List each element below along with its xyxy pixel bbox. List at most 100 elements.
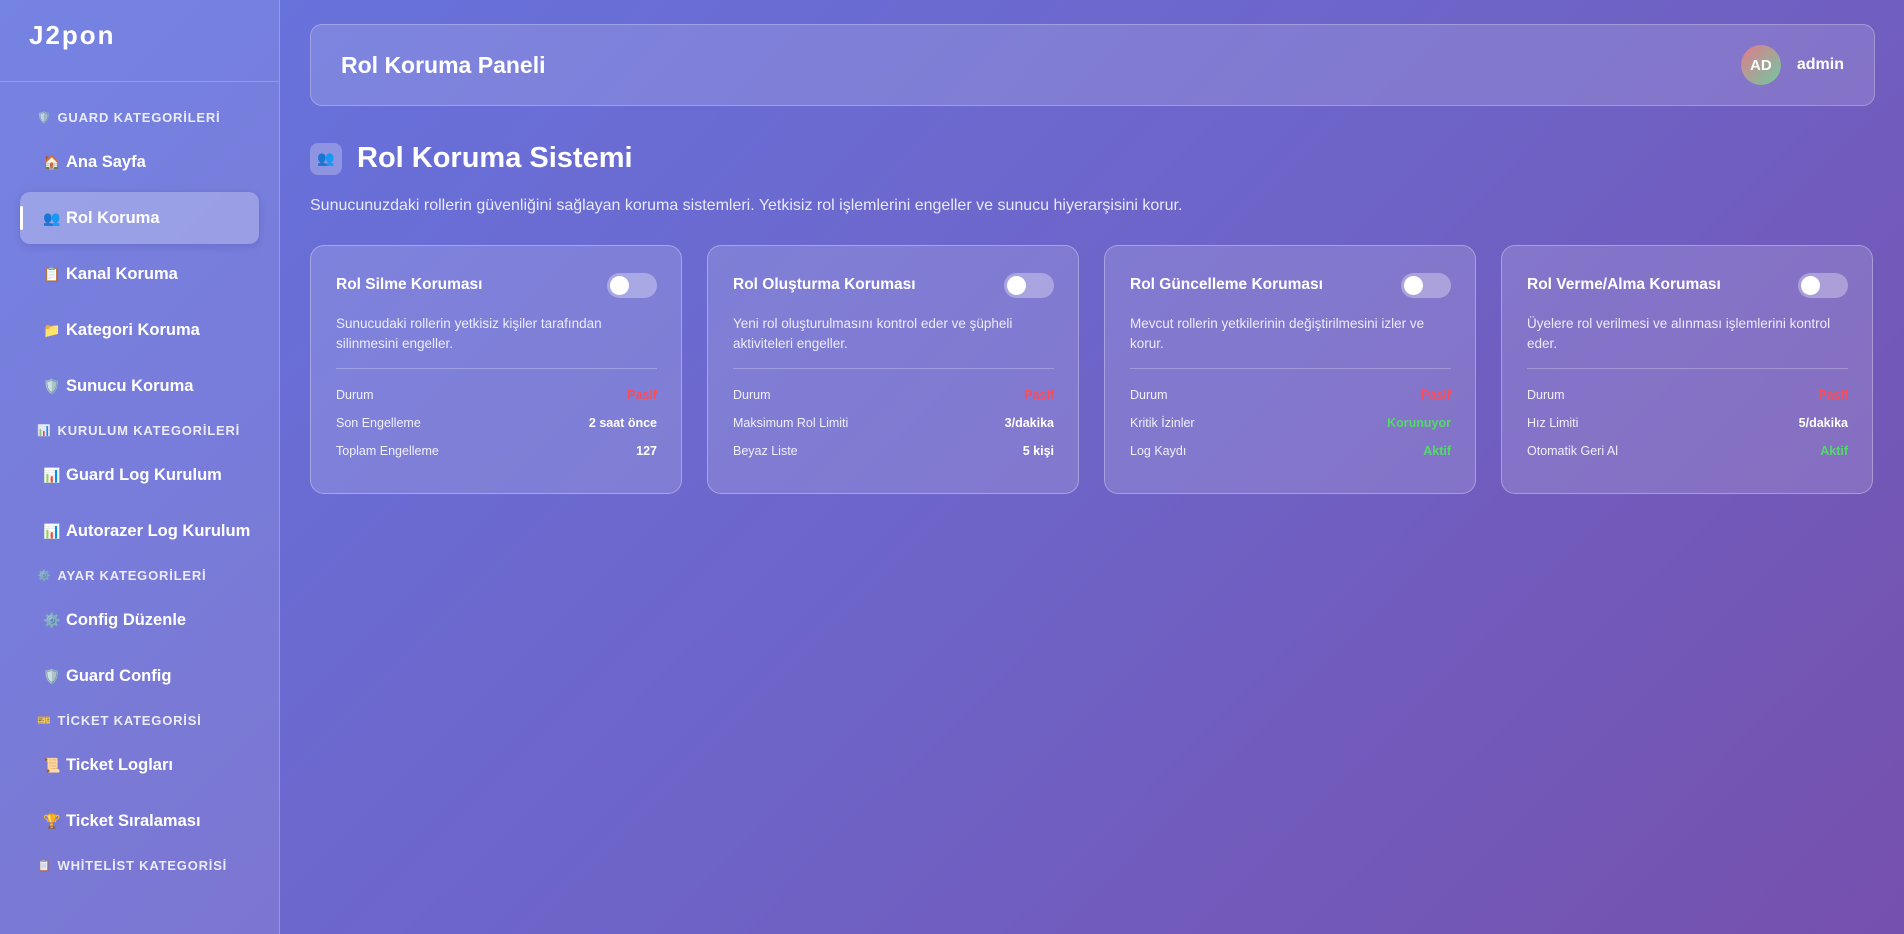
stat-row: Durum Pasif <box>336 381 657 409</box>
stat-label: Kritik İzinler <box>1130 416 1195 430</box>
sidebar-item-icon: 🏠 <box>43 153 61 170</box>
stat-label: Durum <box>733 388 771 402</box>
sidebar: J2pon 🛡️ GUARD KATEGORİLERİ 🏠 Ana Sayfa 👥 Rol… <box>0 0 280 934</box>
stat-row: Durum Pasif <box>1130 381 1451 409</box>
sidebar-item-icon: 👥 <box>43 209 61 226</box>
stat-row: Kritik İzinler Korunuyor <box>1130 409 1451 437</box>
sidebar-category: 🛡️ GUARD KATEGORİLERİ <box>0 102 279 132</box>
stat-value: 5 kişi <box>1022 444 1054 458</box>
sidebar-item-guard-config[interactable]: 🛡️ Guard Config <box>20 650 259 702</box>
card-title: Rol Oluşturma Koruması <box>733 276 916 293</box>
sidebar-item-icon: 📁 <box>43 321 61 338</box>
card-description: Sunucudaki rollerin yetkisiz kişiler tar… <box>336 316 602 351</box>
sidebar-nav: 🛡️ GUARD KATEGORİLERİ 🏠 Ana Sayfa 👥 Rol Korum… <box>0 82 279 880</box>
sidebar-item-ticket-loglar-[interactable]: 📜 Ticket Logları <box>20 739 259 791</box>
card-header: Rol Silme Koruması <box>336 272 657 298</box>
sidebar-item-label: Guard Log Kurulum <box>66 465 222 484</box>
user-menu[interactable]: AD admin <box>1740 45 1844 85</box>
stat-label: Durum <box>336 388 374 402</box>
avatar[interactable]: AD <box>1740 45 1781 85</box>
card-description: Üyelere rol verilmesi ve alınması işleml… <box>1527 316 1831 351</box>
stat-row: Son Engelleme 2 saat önce <box>336 409 657 437</box>
card-header: Rol Güncelleme Koruması <box>1130 272 1451 298</box>
stat-label: Son Engelleme <box>336 416 421 430</box>
stat-row: Hız Limiti 5/dakika <box>1527 409 1848 437</box>
protection-cards: Rol Silme Koruması Sunucudaki rollerin ye… <box>310 245 1875 494</box>
sidebar-item-label: Guard Config <box>66 666 172 685</box>
stat-value: 127 <box>636 444 657 458</box>
sidebar-item-label: Rol Koruma <box>66 208 160 227</box>
toggle-knob <box>1801 275 1820 295</box>
sidebar-category: 🎫 TİCKET KATEGORİSİ <box>0 705 279 735</box>
sidebar-item-sunucu-koruma[interactable]: 🛡️ Sunucu Koruma <box>20 360 259 412</box>
card-header: Rol Verme/Alma Koruması <box>1527 272 1848 298</box>
sidebar-item-ana-sayfa[interactable]: 🏠 Ana Sayfa <box>20 136 259 188</box>
sidebar-item-config-d-zenle[interactable]: ⚙️ Config Düzenle <box>20 594 259 646</box>
sidebar-category: 📊 KURULUM KATEGORİLERİ <box>0 415 279 445</box>
stat-label: Toplam Engelleme <box>336 444 439 458</box>
category-icon: 🛡️ <box>37 111 52 124</box>
stat-value: 5/dakika <box>1798 416 1848 430</box>
stat-value: Pasif <box>627 388 657 402</box>
stat-row: Otomatik Geri Al Aktif <box>1527 437 1848 465</box>
stat-value: 2 saat önce <box>588 416 657 430</box>
stat-label: Otomatik Geri Al <box>1527 444 1618 458</box>
username[interactable]: admin <box>1797 56 1844 74</box>
category-title: AYAR KATEGORİLERİ <box>57 567 207 583</box>
stat-label: Hız Limiti <box>1527 416 1579 430</box>
sidebar-item-ticket-s-ralamas-[interactable]: 🏆 Ticket Sıralaması <box>20 795 259 847</box>
users-icon: 👥 <box>310 142 342 175</box>
stat-value: Korunuyor <box>1387 416 1451 430</box>
card-title: Rol Güncelleme Koruması <box>1130 276 1323 293</box>
sidebar-category: ⚙️ AYAR KATEGORİLERİ <box>0 560 279 590</box>
sidebar-item-label: Sunucu Koruma <box>66 376 194 395</box>
sidebar-item-rol-koruma[interactable]: 👥 Rol Koruma <box>20 192 259 244</box>
stat-label: Maksimum Rol Limiti <box>733 416 849 430</box>
sidebar-item-icon: 📊 <box>43 522 61 539</box>
protection-toggle[interactable] <box>1401 272 1451 298</box>
stat-value: Aktif <box>1820 444 1848 458</box>
protection-card: Rol Güncelleme Koruması Mevcut rollerin y… <box>1104 245 1476 494</box>
sidebar-item-kanal-koruma[interactable]: 📋 Kanal Koruma <box>20 248 259 300</box>
protection-card: Rol Oluşturma Koruması Yeni rol oluşturul… <box>707 245 1079 494</box>
category-title: GUARD KATEGORİLERİ <box>57 109 221 125</box>
card-description: Yeni rol oluşturulmasını kontrol eder ve… <box>733 316 1013 351</box>
category-title: WHİTELİST KATEGORİSİ <box>57 857 228 873</box>
sidebar-item-kategori-koruma[interactable]: 📁 Kategori Koruma <box>20 304 259 356</box>
sidebar-item-icon: ⚙️ <box>43 611 61 628</box>
category-title: TİCKET KATEGORİSİ <box>57 712 202 728</box>
sidebar-item-label: Autorazer Log Kurulum <box>66 521 251 540</box>
toggle-knob <box>1007 275 1026 295</box>
brand-logo[interactable]: J2pon <box>0 0 279 82</box>
stat-value: Aktif <box>1423 444 1451 458</box>
protection-toggle[interactable] <box>607 272 657 298</box>
sidebar-item-icon: 📊 <box>43 466 61 483</box>
stat-row: Log Kaydı Aktif <box>1130 437 1451 465</box>
sidebar-item-label: Ticket Logları <box>66 755 173 774</box>
category-title: KURULUM KATEGORİLERİ <box>57 422 241 438</box>
category-icon: 📋 <box>37 859 52 872</box>
sidebar-item-guard-log-kurulum[interactable]: 📊 Guard Log Kurulum <box>20 449 259 501</box>
stat-label: Durum <box>1527 388 1565 402</box>
category-icon: ⚙️ <box>37 569 52 582</box>
section-description: Sunucunuzdaki rollerin güvenliğini sağla… <box>310 197 1183 214</box>
card-description: Mevcut rollerin yetkilerinin değiştirilm… <box>1130 316 1425 351</box>
stat-value: Pasif <box>1818 388 1848 402</box>
protection-toggle[interactable] <box>1004 272 1054 298</box>
card-title: Rol Silme Koruması <box>336 276 483 293</box>
section-header: 👥 Rol Koruma Sistemi <box>310 142 1875 175</box>
stat-label: Log Kaydı <box>1130 444 1187 458</box>
sidebar-item-label: Ana Sayfa <box>66 152 146 171</box>
sidebar-item-icon: 📜 <box>43 756 61 773</box>
card-header: Rol Oluşturma Koruması <box>733 272 1054 298</box>
card-divider <box>336 368 657 369</box>
sidebar-item-autorazer-log-kurulum[interactable]: 📊 Autorazer Log Kurulum <box>20 505 259 557</box>
stat-value: Pasif <box>1421 388 1451 402</box>
protection-toggle[interactable] <box>1798 272 1848 298</box>
category-icon: 📊 <box>37 424 52 437</box>
section-title: Rol Koruma Sistemi <box>357 142 633 174</box>
card-divider <box>1527 368 1848 369</box>
stat-value: Pasif <box>1024 388 1054 402</box>
protection-card: Rol Silme Koruması Sunucudaki rollerin ye… <box>310 245 682 494</box>
stat-row: Beyaz Liste 5 kişi <box>733 437 1054 465</box>
